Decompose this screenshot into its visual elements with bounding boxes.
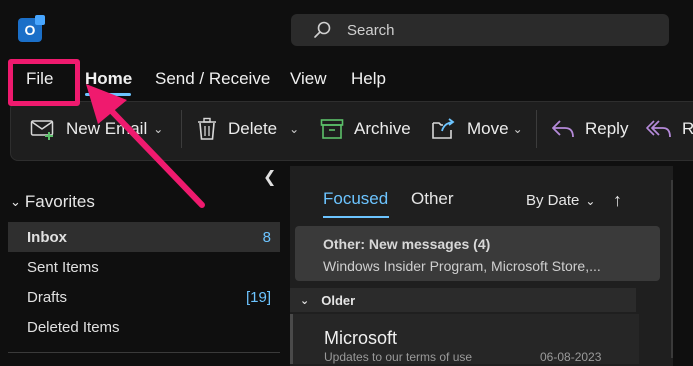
annotation-arrow-icon — [86, 84, 205, 208]
